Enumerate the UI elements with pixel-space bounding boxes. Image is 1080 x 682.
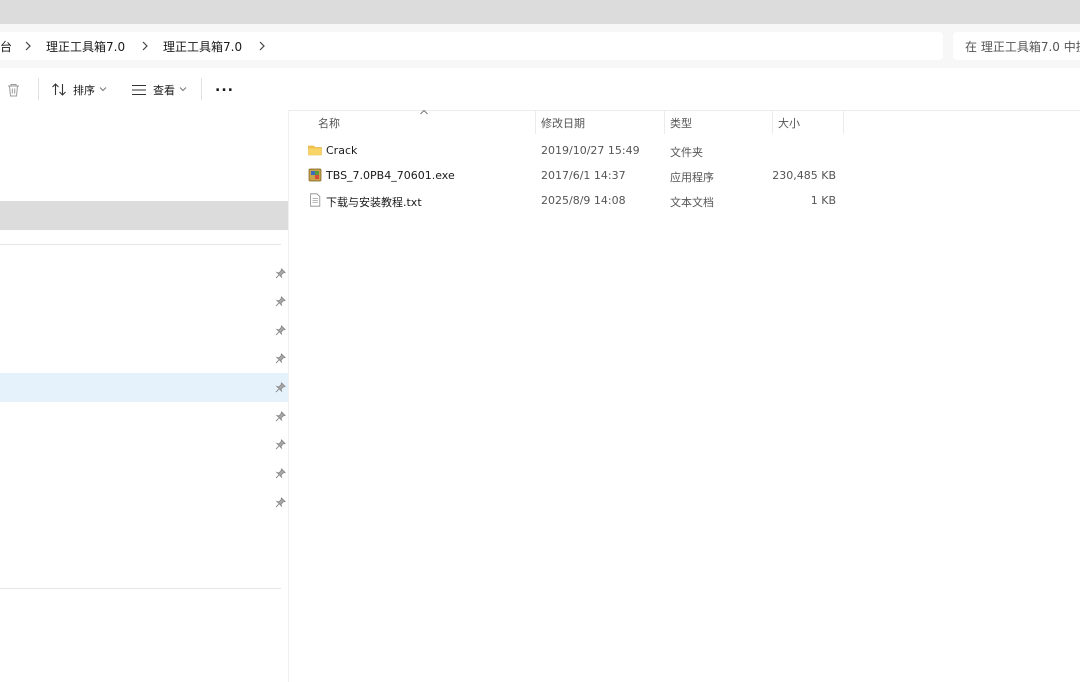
file-type: 文本文档 <box>670 196 714 209</box>
file-name[interactable]: 下载与安装教程.txt <box>326 194 422 210</box>
pin-icon[interactable] <box>275 439 286 450</box>
file-size: 1 KB <box>810 194 836 207</box>
file-name[interactable]: TBS_7.0PB4_70601.exe <box>326 169 455 182</box>
pin-icon[interactable] <box>275 411 286 422</box>
nav-item-selected[interactable] <box>0 201 288 230</box>
exe-icon <box>308 168 322 182</box>
sort-ascending-icon <box>420 109 428 115</box>
sort-button[interactable]: 排序 <box>73 82 95 98</box>
file-date: 2025/8/9 14:08 <box>541 194 626 207</box>
delete-icon[interactable] <box>6 82 21 98</box>
file-date: 2019/10/27 15:49 <box>541 144 640 157</box>
more-options-button[interactable]: ... <box>215 79 234 95</box>
pin-icon[interactable] <box>275 382 286 393</box>
column-header-date[interactable]: 修改日期 <box>541 115 585 131</box>
column-divider[interactable] <box>772 110 773 134</box>
pin-icon[interactable] <box>275 268 286 279</box>
file-date: 2017/6/1 14:37 <box>541 169 626 182</box>
nav-divider <box>0 588 281 589</box>
pin-icon[interactable] <box>275 325 286 336</box>
column-divider[interactable] <box>535 110 536 134</box>
pin-icon[interactable] <box>275 296 286 307</box>
file-name[interactable]: Crack <box>326 144 357 157</box>
breadcrumb-item-folder-2[interactable]: 理正工具箱7.0 <box>163 38 242 55</box>
breadcrumb-item-folder-1[interactable]: 理正工具箱7.0 <box>46 38 125 55</box>
pin-icon[interactable] <box>275 353 286 364</box>
nav-divider <box>0 244 281 245</box>
file-size: 230,485 KB <box>772 169 836 182</box>
chevron-right-icon[interactable] <box>256 39 268 53</box>
file-type: 文件夹 <box>670 146 703 159</box>
file-type: 应用程序 <box>670 171 714 184</box>
column-header-name[interactable]: 名称 <box>318 115 340 131</box>
pin-icon[interactable] <box>275 497 286 508</box>
chevron-right-icon[interactable] <box>22 39 34 53</box>
column-divider[interactable] <box>843 110 844 134</box>
folder-icon <box>308 145 322 156</box>
view-icon[interactable] <box>131 84 147 96</box>
chevron-down-icon[interactable] <box>179 86 187 92</box>
nav-item-highlighted[interactable] <box>0 373 288 402</box>
column-header-type[interactable]: 类型 <box>670 115 692 131</box>
search-input[interactable]: 在 理正工具箱7.0 中搜 <box>965 38 1080 55</box>
chevron-right-icon[interactable] <box>139 39 151 53</box>
text-file-icon <box>310 193 321 207</box>
toolbar-divider <box>38 78 39 100</box>
column-divider[interactable] <box>664 110 665 134</box>
window-title-bar <box>0 0 1080 24</box>
breadcrumb-item-parent[interactable]: 台 <box>0 38 12 55</box>
view-button[interactable]: 查看 <box>153 82 175 98</box>
chevron-down-icon[interactable] <box>99 86 107 92</box>
sort-icon[interactable] <box>51 82 67 97</box>
column-header-size[interactable]: 大小 <box>778 115 800 131</box>
pin-icon[interactable] <box>275 468 286 479</box>
toolbar-divider <box>201 78 202 100</box>
